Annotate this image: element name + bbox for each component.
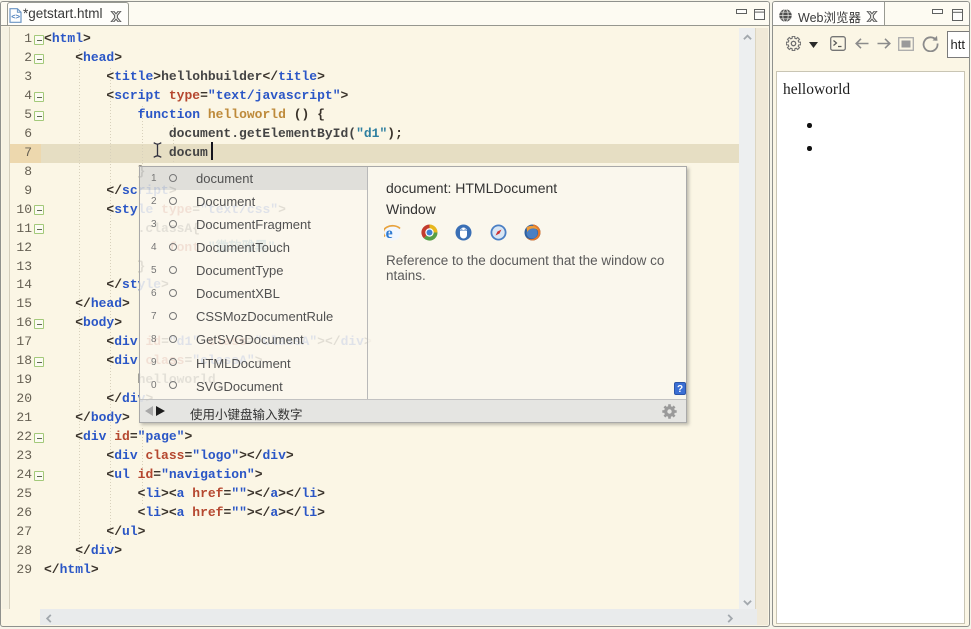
svg-text:?: ? [677, 384, 683, 395]
svg-text:<>: <> [11, 12, 20, 21]
